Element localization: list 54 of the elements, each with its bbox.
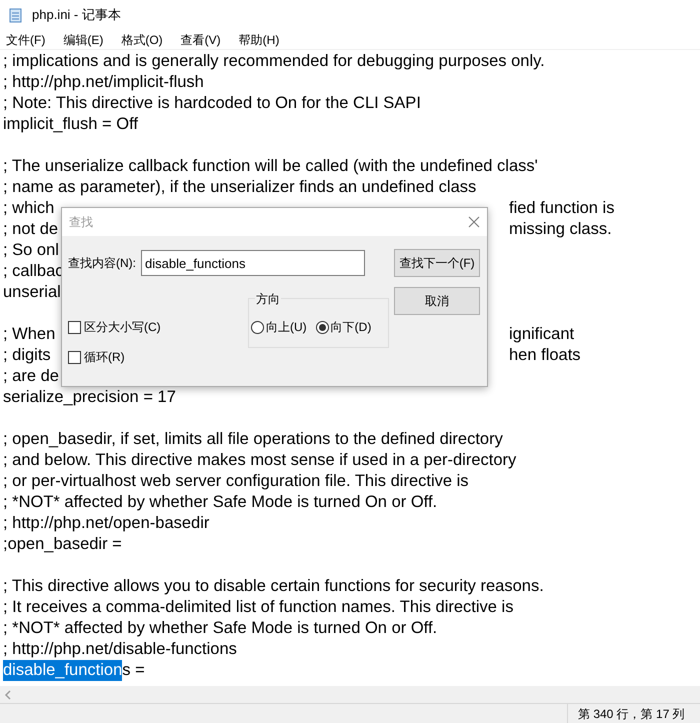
text-line: ; and below. This directive makes most sense if used in a per-directory: [3, 451, 516, 469]
text-line: ; digits: [3, 346, 51, 364]
checkbox[interactable]: [68, 320, 81, 334]
text-line: ; or per-virtualhost web server configuration file. This directive is: [3, 472, 469, 490]
radio-label: 向下(D): [330, 319, 372, 336]
text-line: ; not de: [3, 220, 58, 238]
menu-item[interactable]: 帮助(H): [234, 30, 284, 48]
text-line: missing class.: [509, 219, 612, 240]
text-line: serialize_precision = 17: [3, 388, 176, 406]
text-line: ; This directive allows you to disable certain functions for security reasons.: [3, 577, 544, 595]
selected-text: disable_function: [3, 660, 122, 681]
text-line: ; callbac: [3, 262, 64, 280]
text-line: ; Note: This directive is hardcoded to On for the CLI SAPI: [3, 94, 421, 112]
text-line: ignificant: [509, 324, 574, 345]
text-line: ; which: [3, 199, 54, 217]
notepad-icon: [8, 7, 24, 23]
text-line: ; When: [3, 325, 56, 343]
radio-button[interactable]: [316, 320, 329, 334]
text-line: ; are de: [3, 367, 59, 385]
text-line: implicit_flush = Off: [3, 115, 138, 133]
text-line: ; http://php.net/disable-functions: [3, 640, 237, 658]
text-line: ; The unserialize callback function will be called (with the undefined class': [3, 157, 538, 175]
text-line: s =: [122, 660, 145, 681]
menu-item[interactable]: 查看(V): [176, 30, 225, 48]
radio-label: 向上(U): [266, 319, 307, 336]
cursor-position: 第 340 行，第 17 列: [578, 706, 685, 722]
text-line: ;open_basedir =: [3, 535, 122, 553]
text-line: ; name as parameter), if the unserializer finds an undefined class: [3, 178, 476, 196]
menu-item[interactable]: 格式(O): [117, 30, 167, 48]
text-line: ; http://php.net/implicit-flush: [3, 73, 204, 91]
text-line: fied function is: [509, 198, 614, 219]
text-line: hen floats: [509, 345, 581, 366]
checkbox-label: 区分大小写(C): [84, 319, 161, 336]
text-line: ; It receives a comma-delimited list of function names. This directive is: [3, 598, 514, 616]
text-line: ; So onl: [3, 241, 59, 259]
dialog-button[interactable]: 查找下一个(F): [394, 249, 480, 277]
text-line: ; open_basedir, if set, limits all file operations to the defined directory: [3, 430, 503, 448]
dialog-button[interactable]: 取消: [394, 287, 480, 315]
checkbox[interactable]: [68, 350, 81, 364]
checkbox-label: 循环(R): [84, 349, 125, 366]
find-input[interactable]: disable_functions: [141, 250, 365, 276]
menu-item[interactable]: 文件(F): [2, 30, 50, 48]
text-line: unserial: [3, 283, 61, 301]
find-label: 查找内容(N):: [68, 255, 136, 272]
menu-item[interactable]: 编辑(E): [59, 30, 108, 48]
window-title: php.ini - 记事本: [32, 6, 121, 24]
text-line: ; *NOT* affected by whether Safe Mode is turned On or Off.: [3, 619, 438, 637]
radio-button[interactable]: [251, 320, 264, 334]
text-line: ; http://php.net/open-basedir: [3, 514, 210, 532]
text-line: ; *NOT* affected by whether Safe Mode is turned On or Off.: [3, 493, 438, 511]
dialog-title: 查找: [69, 214, 93, 231]
close-icon[interactable]: [468, 216, 480, 228]
text-line: ; implications and is generally recommended for debugging purposes only.: [3, 52, 545, 70]
horizontal-scrollbar[interactable]: [0, 686, 700, 703]
